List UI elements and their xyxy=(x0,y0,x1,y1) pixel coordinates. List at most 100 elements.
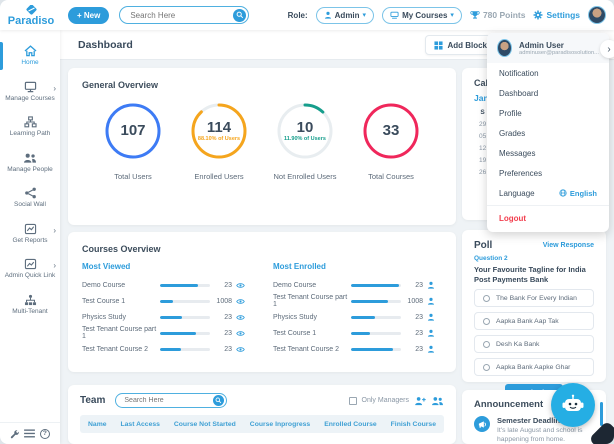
avatar[interactable] xyxy=(588,6,606,24)
user-icon[interactable] xyxy=(427,329,435,337)
radio-icon[interactable] xyxy=(483,317,490,325)
eye-icon[interactable] xyxy=(236,346,245,353)
team-search-input[interactable] xyxy=(124,397,214,404)
courses-icon xyxy=(390,11,399,19)
poll-option[interactable]: The Bank For Every Indian xyxy=(474,289,594,307)
poll-option-label: The Bank For Every Indian xyxy=(496,294,577,302)
menu-icon[interactable] xyxy=(24,429,36,438)
poll-option[interactable]: Aapka Bank Aap Tak xyxy=(474,312,594,330)
sidebar-item-social-wall[interactable]: Social Wall xyxy=(0,180,60,216)
sidebar-item-get-reports[interactable]: › Get Reports xyxy=(0,216,60,252)
new-button[interactable]: + New xyxy=(68,6,110,24)
course-row[interactable]: Physics Study 23 xyxy=(82,309,251,325)
course-row[interactable]: Test Course 1 23 xyxy=(273,325,442,341)
menu-item-language[interactable]: Language English xyxy=(487,183,609,203)
only-managers-label: Only Managers xyxy=(361,397,409,404)
users-icon[interactable] xyxy=(431,396,444,406)
team-table-header: Name Last Access Course Not Started Cour… xyxy=(80,415,444,433)
sidebar-item-label: Home xyxy=(21,59,39,66)
view-response-link[interactable]: View Response xyxy=(543,242,594,249)
trophy-icon xyxy=(470,10,480,20)
user-icon[interactable] xyxy=(427,345,435,353)
course-row[interactable]: Test Tenant Course 2 23 xyxy=(82,341,251,357)
team-search[interactable] xyxy=(115,393,228,408)
wrench-icon[interactable] xyxy=(10,429,20,439)
sidebar-item-label: Get Reports xyxy=(12,236,48,244)
user-icon[interactable] xyxy=(427,281,435,289)
only-managers-checkbox[interactable] xyxy=(348,396,357,405)
chatbot-button[interactable] xyxy=(551,383,595,427)
course-row[interactable]: Demo Course 23 xyxy=(82,277,251,293)
user-icon[interactable] xyxy=(427,313,435,321)
add-block-button[interactable]: Add Block xyxy=(425,35,496,55)
expand-chevron-button[interactable]: › xyxy=(600,40,614,58)
eye-icon[interactable] xyxy=(236,330,245,337)
radio-icon[interactable] xyxy=(483,363,490,371)
my-courses-dropdown[interactable]: My Courses ▾ xyxy=(382,6,462,24)
user-icon[interactable] xyxy=(427,297,435,305)
course-row[interactable]: Test Tenant Course 2 23 xyxy=(273,341,442,357)
poll-option[interactable]: Aapka Bank Aapke Ghar xyxy=(474,358,594,376)
menu-item-grades[interactable]: Grades xyxy=(487,123,609,143)
sidebar-item-manage-courses[interactable]: › Manage Courses xyxy=(0,74,60,110)
course-name: Test Tenant Course 2 xyxy=(273,345,340,353)
column-header[interactable]: Last Access xyxy=(120,421,159,428)
column-header[interactable]: Name xyxy=(88,421,107,428)
menu-item-notification[interactable]: Notification xyxy=(487,63,609,83)
global-search[interactable] xyxy=(119,6,250,24)
course-name: Test Tenant Course part 1 xyxy=(82,326,157,340)
section-title: General Overview xyxy=(82,80,159,90)
column-header[interactable]: Enrolled Course xyxy=(324,421,377,428)
course-row[interactable]: Test Tenant Course part 1 23 xyxy=(82,325,251,341)
poll-option[interactable]: Desh Ka Bank xyxy=(474,335,594,353)
search-icon[interactable] xyxy=(213,395,225,406)
most-viewed-list: Demo Course 23 Test Course 1 1008 Physics St… xyxy=(82,277,251,357)
stat-enrolled-users: 114 88.10% of Users Enrolled Users xyxy=(176,100,262,181)
sidebar: Home › Manage Courses Learning Path Mana… xyxy=(0,30,60,444)
settings-label: Settings xyxy=(546,10,580,20)
menu-item-dashboard[interactable]: Dashboard xyxy=(487,83,609,103)
sidebar-item-admin-quick-link[interactable]: › Admin Quick Link xyxy=(0,251,60,287)
course-row[interactable]: Test Course 1 1008 xyxy=(82,293,251,309)
scrollbar[interactable] xyxy=(600,402,603,426)
logo-text: Paradiso xyxy=(7,14,55,27)
sidebar-item-manage-people[interactable]: Manage People xyxy=(0,145,60,181)
robot-icon xyxy=(560,392,586,418)
menu-item-messages[interactable]: Messages xyxy=(487,143,609,163)
radio-icon[interactable] xyxy=(483,294,490,302)
help-icon[interactable]: ? xyxy=(39,428,50,439)
stat-value: 33 xyxy=(382,122,400,139)
page-title: Dashboard xyxy=(78,38,133,51)
logo[interactable]: Paradiso xyxy=(0,0,62,30)
sidebar-item-home[interactable]: Home xyxy=(0,38,60,74)
course-bar xyxy=(351,331,401,335)
search-icon[interactable] xyxy=(233,8,247,22)
stats-row: 107 Total Users 114 88.10% of Users Enrol… xyxy=(82,100,442,181)
menu-item-profile[interactable]: Profile xyxy=(487,103,609,123)
course-row[interactable]: Test Tenant Course part 1 1008 xyxy=(273,293,442,309)
user-dropdown-header[interactable]: Admin User adminuser@paradisosolution... xyxy=(487,33,609,63)
sidebar-item-learning-path[interactable]: Learning Path xyxy=(0,109,60,145)
search-input[interactable] xyxy=(130,10,234,20)
column-header[interactable]: Finish Course xyxy=(391,421,436,428)
eye-icon[interactable] xyxy=(236,298,245,305)
course-value: 1008 xyxy=(407,297,423,305)
column-header[interactable]: Course Not Started xyxy=(174,421,236,428)
megaphone-icon xyxy=(474,416,490,432)
course-bar xyxy=(160,299,210,303)
sidebar-item-multi-tenant[interactable]: Multi-Tenant xyxy=(0,287,60,323)
most-enrolled-column: Most Enrolled Demo Course 23 Test Tenant C… xyxy=(273,262,442,357)
stat-sub: 88.10% of Users xyxy=(197,136,241,142)
add-user-icon[interactable] xyxy=(414,396,426,406)
eye-icon[interactable] xyxy=(236,282,245,289)
settings-button[interactable]: Settings xyxy=(533,10,580,20)
eye-icon[interactable] xyxy=(236,314,245,321)
course-row[interactable]: Demo Course 23 xyxy=(273,277,442,293)
menu-item-preferences[interactable]: Preferences xyxy=(487,163,609,183)
role-dropdown[interactable]: Admin ▾ xyxy=(315,6,375,24)
points-badge[interactable]: 780 Points xyxy=(470,10,525,20)
radio-icon[interactable] xyxy=(483,340,490,348)
menu-item-logout[interactable]: Logout xyxy=(487,208,609,229)
column-header[interactable]: Course Inprogress xyxy=(250,421,310,428)
course-row[interactable]: Physics Study 23 xyxy=(273,309,442,325)
